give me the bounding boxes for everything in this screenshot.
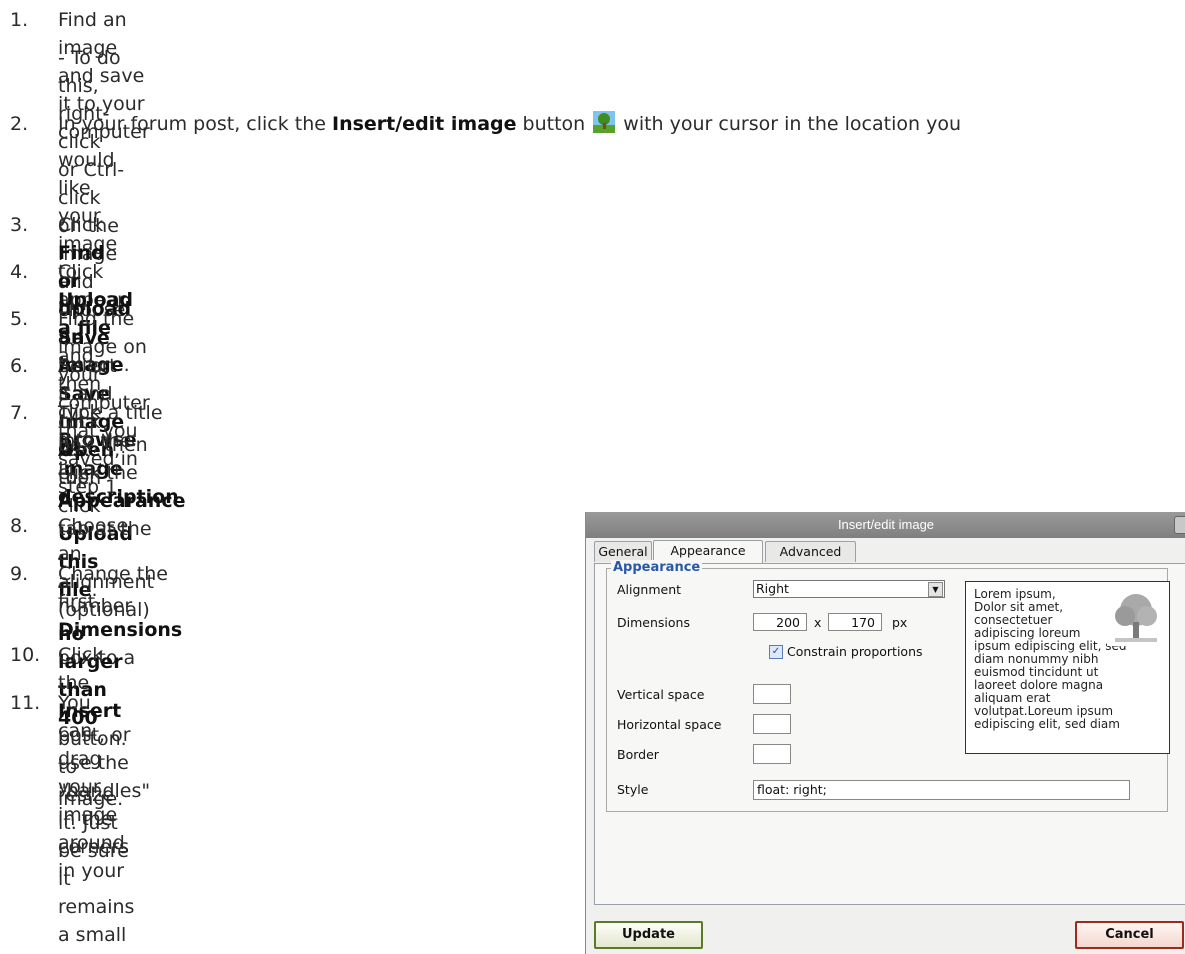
step-number: 1.: [10, 9, 29, 31]
tab-advanced[interactable]: Advanced: [765, 541, 856, 562]
tab-general[interactable]: General: [594, 541, 652, 562]
chevron-down-icon[interactable]: ▼: [928, 582, 943, 597]
vertical-space-label: Vertical space: [617, 687, 705, 702]
update-button[interactable]: Update: [594, 921, 703, 949]
appearance-fieldset: Appearance Alignment Right ▼ Dimensions …: [606, 560, 1170, 812]
alignment-preview: Lorem ipsum, Dolor sit amet, consectetue…: [965, 581, 1170, 754]
dialog-titlebar: Insert/edit image: [586, 512, 1185, 538]
vertical-space-input[interactable]: [753, 684, 791, 704]
style-input[interactable]: float: right;: [753, 780, 1130, 800]
tree-thumbnail-icon: [1107, 590, 1165, 646]
dialog-title: Insert/edit image: [837, 517, 935, 532]
width-input[interactable]: 200: [753, 613, 807, 631]
px-label: px: [892, 615, 908, 630]
border-input[interactable]: [753, 744, 791, 764]
alignment-select[interactable]: Right ▼: [753, 580, 945, 598]
close-icon[interactable]: [1174, 516, 1185, 534]
height-input[interactable]: 170: [828, 613, 882, 631]
tree-picture-icon: [593, 111, 616, 133]
dimensions-label: Dimensions: [617, 615, 690, 630]
appearance-panel: Appearance Alignment Right ▼ Dimensions …: [594, 560, 1185, 905]
style-label: Style: [617, 782, 649, 797]
horizontal-space-input[interactable]: [753, 714, 791, 734]
alignment-label: Alignment: [617, 582, 682, 597]
insert-edit-image-dialog: Insert/edit image General Appearance Adv…: [585, 512, 1185, 954]
horizontal-space-label: Horizontal space: [617, 717, 722, 732]
cancel-button[interactable]: Cancel: [1075, 921, 1184, 949]
border-label: Border: [617, 747, 659, 762]
constrain-checkbox[interactable]: ✓: [769, 645, 783, 659]
fieldset-legend: Appearance: [611, 560, 703, 575]
constrain-label: Constrain proportions: [787, 644, 923, 659]
times-label: x: [814, 615, 822, 630]
